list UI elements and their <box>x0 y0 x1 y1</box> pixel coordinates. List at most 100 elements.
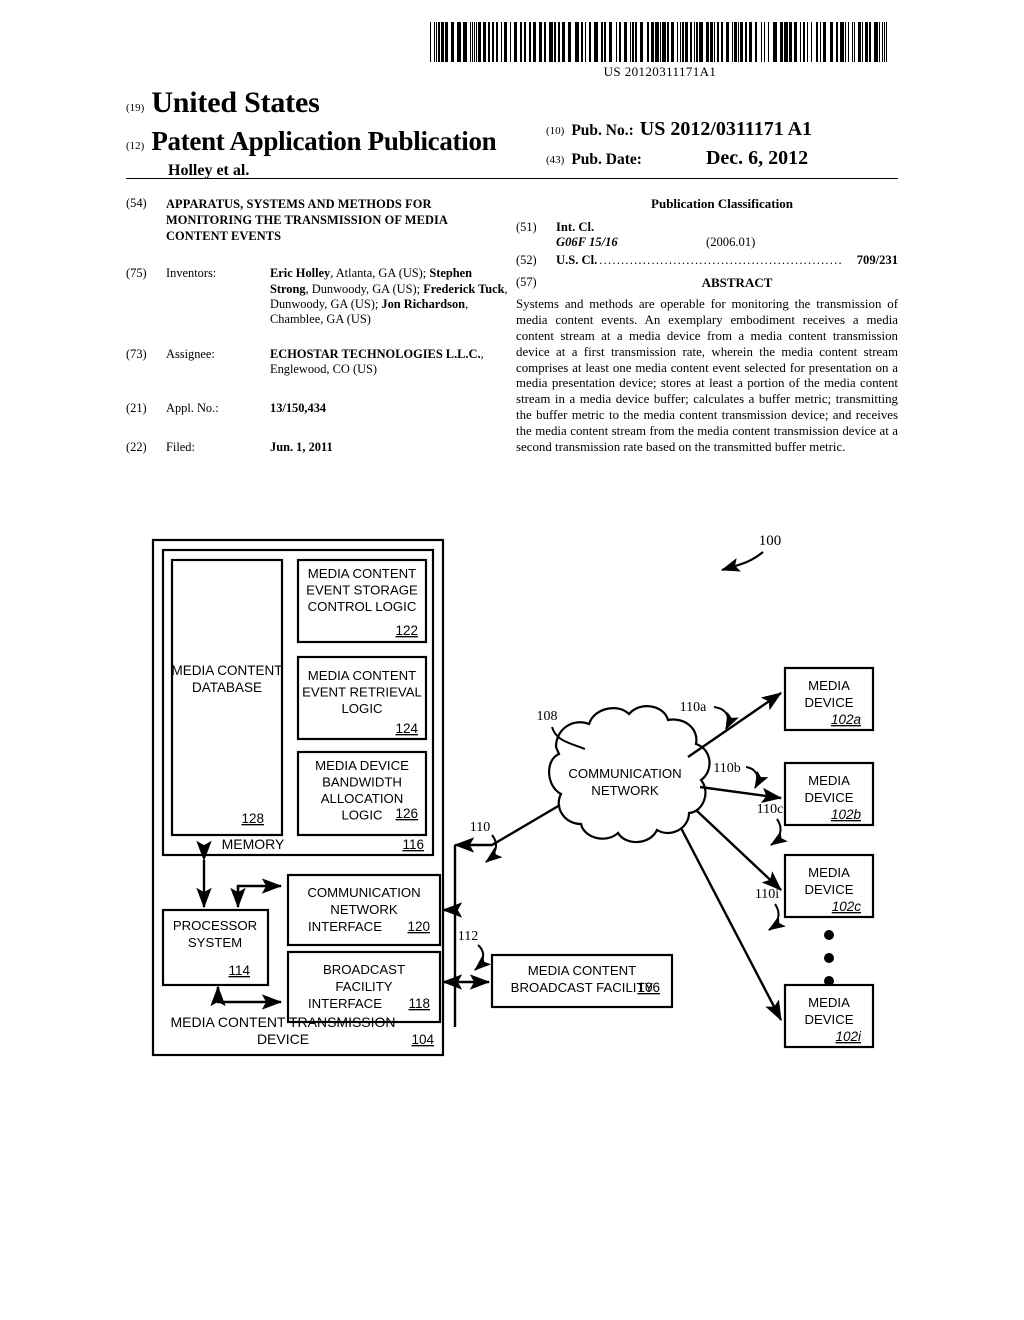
logic-block-ref: 122 <box>395 623 418 638</box>
broadcast-facility-label: MEDIA CONTENT <box>528 963 636 978</box>
logic-block-label: LOGIC <box>341 701 383 716</box>
cloud-label: COMMUNICATION <box>568 766 681 781</box>
assignee-value: ECHOSTAR TECHNOLOGIES L.L.C., Englewood,… <box>270 347 508 377</box>
network-interface-label: NETWORK <box>330 902 398 917</box>
connector-path <box>720 551 764 572</box>
code-52: (52) <box>516 252 537 267</box>
connector-path <box>485 834 503 863</box>
code-22: (22) <box>126 440 147 455</box>
abstract-heading-row: (57) ABSTRACT <box>516 275 898 291</box>
int-cl-label: Int. Cl. <box>556 219 595 234</box>
invention-title-row: (54) APPARATUS, SYSTEMS AND METHODS FOR … <box>126 196 508 244</box>
barcode-block: US 20120311171A1 <box>430 22 890 80</box>
system-block-diagram: MEDIA CONTENT DATABASE 128 MEDIA CONTENT EVE… <box>151 533 875 1057</box>
broadcast-interface-label: INTERFACE <box>308 996 382 1011</box>
pub-date-label: Pub. Date: <box>571 151 642 168</box>
media-device-label: DEVICE <box>804 882 853 897</box>
link-110a-label: 110a <box>680 700 707 715</box>
inventor-name: Jon Richardson <box>381 296 466 311</box>
filed-row: (22) Filed: Jun. 1, 2011 <box>126 440 508 455</box>
media-device-label: MEDIA <box>808 678 850 693</box>
us-cl-value: 709/231 <box>856 252 898 267</box>
code-43: (43) <box>546 154 565 166</box>
header-divider <box>126 178 898 179</box>
diagram-box <box>170 558 284 837</box>
int-cl-row: (51) Int. Cl. G06F 15/16 (2006.01) <box>516 220 898 251</box>
logic-block-label: MEDIA CONTENT <box>308 566 416 581</box>
broadcast-interface-label: BROADCAST <box>323 962 405 977</box>
us-cl-label: U.S. Cl. <box>556 252 598 267</box>
inventor-name: Eric Holley <box>270 266 331 281</box>
patent-page: US 20120311171A1 (19) United States (12)… <box>0 0 1024 1320</box>
network-interface-label: INTERFACE <box>308 919 382 934</box>
processor-label: PROCESSOR <box>173 918 257 933</box>
connector-path <box>770 818 788 846</box>
bibliographic-left-column: (54) APPARATUS, SYSTEMS AND METHODS FOR … <box>126 196 508 468</box>
filed-value: Jun. 1, 2011 <box>270 440 508 455</box>
us-cl-dots: ........................................… <box>599 252 843 267</box>
database-label: MEDIA CONTENT <box>171 663 282 678</box>
abstract-text: Systems and methods are operable for mon… <box>516 296 898 455</box>
connector-line <box>699 785 783 804</box>
logic-block-label: MEDIA CONTENT <box>308 668 416 683</box>
code-12: (12) <box>126 140 145 152</box>
ellipsis-dot <box>824 976 834 986</box>
logic-block-label: CONTROL LOGIC <box>308 599 417 614</box>
filed-text: Jun. 1, 2011 <box>270 440 333 455</box>
logic-block-label: ALLOCATION <box>321 791 404 806</box>
memory-ref: 116 <box>402 837 424 852</box>
processor-label: SYSTEM <box>188 935 242 950</box>
connector-path <box>745 766 769 789</box>
logic-block-ref: 124 <box>395 721 418 736</box>
pub-date-value: Dec. 6, 2012 <box>705 147 809 169</box>
connector-line <box>696 810 782 891</box>
pub-no-value: US 2012/0311171 A1 <box>639 118 813 140</box>
code-57: (57) <box>516 274 537 289</box>
logic-block-label: EVENT RETRIEVAL <box>302 685 422 700</box>
int-cl-symbol: G06F 15/16 <box>556 235 618 250</box>
invention-title: APPARATUS, SYSTEMS AND METHODS FOR MONIT… <box>166 197 448 244</box>
inventor-name: Frederick Tuck <box>423 281 505 296</box>
media-device-label: MEDIA <box>808 773 850 788</box>
cloud-ref: 108 <box>537 709 558 724</box>
figure-1-diagram: MEDIA CONTENT DATABASE 128 MEDIA CONTENT EVE… <box>0 515 1024 1075</box>
appl-no-value: 13/150,434 <box>270 401 508 416</box>
media-device-label: DEVICE <box>804 790 853 805</box>
abstract-heading: ABSTRACT <box>701 274 773 290</box>
media-device-ref: 102a <box>831 712 862 727</box>
media-device-label: DEVICE <box>804 1012 853 1027</box>
media-device-ref: 102i <box>835 1029 862 1044</box>
memory-label: MEMORY <box>222 836 285 852</box>
broadcast-facility-label: BROADCAST FACILITY <box>511 980 654 995</box>
appl-no-label: Appl. No.: <box>166 401 219 416</box>
barcode-image <box>430 22 887 62</box>
code-51: (51) <box>516 219 537 234</box>
inventors-row: (75) Inventors: Eric Holley, Atlanta, GA… <box>126 266 508 327</box>
logic-block-ref: 126 <box>395 806 418 821</box>
code-54: (54) <box>126 196 147 210</box>
ellipsis-dot <box>824 953 834 963</box>
link-112-label: 112 <box>458 929 478 944</box>
transmission-device-label: MEDIA CONTENT TRANSMISSION <box>170 1014 395 1030</box>
ellipsis-dot <box>824 930 834 940</box>
publication-classification-heading: Publication Classification <box>651 196 793 211</box>
pub-no-line: (10) Pub. No.: US 2012/0311171 A1 <box>546 118 906 141</box>
connector-path <box>713 706 739 730</box>
database-label: DATABASE <box>192 680 262 695</box>
logic-block-label: LOGIC <box>341 808 383 823</box>
link-110b-label: 110b <box>713 761 740 776</box>
figure-reference-label: 100 <box>759 533 782 549</box>
filed-label: Filed: <box>166 440 195 455</box>
code-10: (10) <box>546 125 565 137</box>
network-interface-label: COMMUNICATION <box>307 885 420 900</box>
publication-header: (19) United States (12) Patent Applicati… <box>126 86 898 180</box>
link-110i-label: 110i <box>755 887 779 902</box>
logic-block-label: EVENT STORAGE <box>306 583 418 598</box>
inventors-list: Eric Holley, Atlanta, GA (US); Stephen S… <box>270 266 508 327</box>
code-21: (21) <box>126 401 147 416</box>
broadcast-interface-ref: 118 <box>408 996 430 1011</box>
media-device-label: MEDIA <box>808 995 850 1010</box>
processor-ref: 114 <box>228 963 250 978</box>
us-cl-row: (52) U.S. Cl. ..........................… <box>516 253 898 268</box>
link-110c-label: 110c <box>757 802 784 817</box>
